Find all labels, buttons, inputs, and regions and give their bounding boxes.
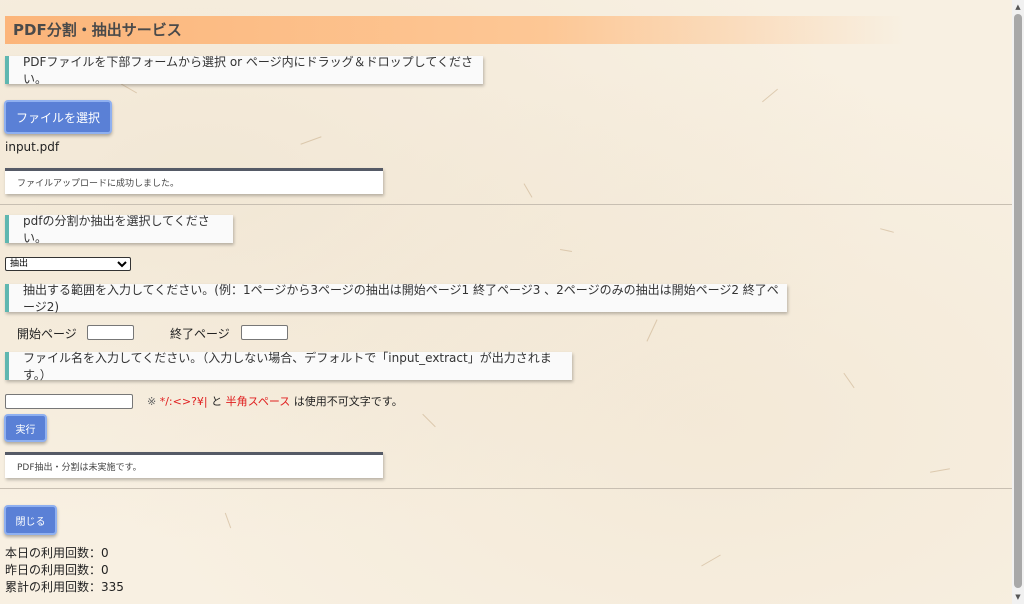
start-page-input[interactable] <box>87 325 134 340</box>
end-page-label: 終了ページ <box>170 327 230 341</box>
invalid-chars-note: ※ */:<>?¥| と 半角スペース は使用不可文字です。 <box>147 393 403 409</box>
upload-status-text: ファイルアップロードに成功しました。 <box>17 179 180 189</box>
execute-button-label: 実行 <box>15 424 36 436</box>
mode-instruction-text: pdfの分割か抽出を選択してください。 <box>23 214 210 245</box>
usage-yesterday-label: 昨日の利用回数： <box>5 563 102 577</box>
scroll-up-arrow-icon[interactable]: ▲ <box>1012 1 1024 13</box>
usage-total-value: 335 <box>101 580 124 594</box>
start-page-label: 開始ページ <box>17 327 77 341</box>
usage-total-label: 累計の利用回数： <box>5 580 102 594</box>
range-instruction-text: 抽出する範囲を入力してください。(例：1ページから3ページの抽出は開始ページ1 … <box>23 283 779 314</box>
execute-status-text: PDF抽出・分割は未実施です。 <box>17 463 142 473</box>
page-title: PDF分割・抽出サービス <box>13 21 182 39</box>
close-button[interactable]: 閉じる <box>4 505 57 535</box>
execute-button[interactable]: 実行 <box>4 414 47 442</box>
usage-today-value: 0 <box>101 546 109 560</box>
mode-select[interactable]: 抽出 <box>5 257 131 271</box>
upload-instruction: PDFファイルを下部フォームから選択 or ページ内にドラッグ＆ドロップしてくだ… <box>5 55 483 86</box>
section-divider <box>0 204 1012 205</box>
usage-yesterday: 昨日の利用回数：0 <box>5 561 109 578</box>
output-filename-input[interactable] <box>5 394 133 409</box>
note-prefix: ※ <box>147 395 160 408</box>
usage-total: 累計の利用回数：335 <box>5 578 124 595</box>
select-file-button[interactable]: ファイルを選択 <box>4 100 112 134</box>
uploaded-filename: input.pdf <box>5 140 60 154</box>
usage-today: 本日の利用回数：0 <box>5 544 109 561</box>
note-half-width-space: 半角スペース <box>225 395 291 408</box>
scrollbar-thumb[interactable] <box>1014 14 1022 588</box>
upload-status: ファイルアップロードに成功しました。 <box>5 168 383 194</box>
filename-instruction-text: ファイル名を入力してください。（入力しない場合、デフォルトで「input_ext… <box>23 351 552 382</box>
select-file-button-label: ファイルを選択 <box>15 110 100 125</box>
close-button-label: 閉じる <box>15 516 46 528</box>
execute-status: PDF抽出・分割は未実施です。 <box>5 452 383 478</box>
note-invalid-chars: */:<>?¥| <box>159 395 208 408</box>
scroll-down-arrow-icon[interactable]: ▼ <box>1012 591 1024 603</box>
note-suffix: は使用不可文字です。 <box>290 395 403 408</box>
usage-yesterday-value: 0 <box>101 563 109 577</box>
upload-instruction-text: PDFファイルを下部フォームから選択 or ページ内にドラッグ＆ドロップしてくだ… <box>23 55 473 86</box>
end-page-input[interactable] <box>241 325 288 340</box>
section-divider-2 <box>0 488 1012 489</box>
mode-instruction: pdfの分割か抽出を選択してください。 <box>5 214 233 245</box>
range-instruction: 抽出する範囲を入力してください。(例：1ページから3ページの抽出は開始ページ1 … <box>5 283 787 314</box>
filename-instruction: ファイル名を入力してください。（入力しない場合、デフォルトで「input_ext… <box>5 351 572 382</box>
usage-today-label: 本日の利用回数： <box>5 546 102 560</box>
note-and: と <box>207 395 226 408</box>
